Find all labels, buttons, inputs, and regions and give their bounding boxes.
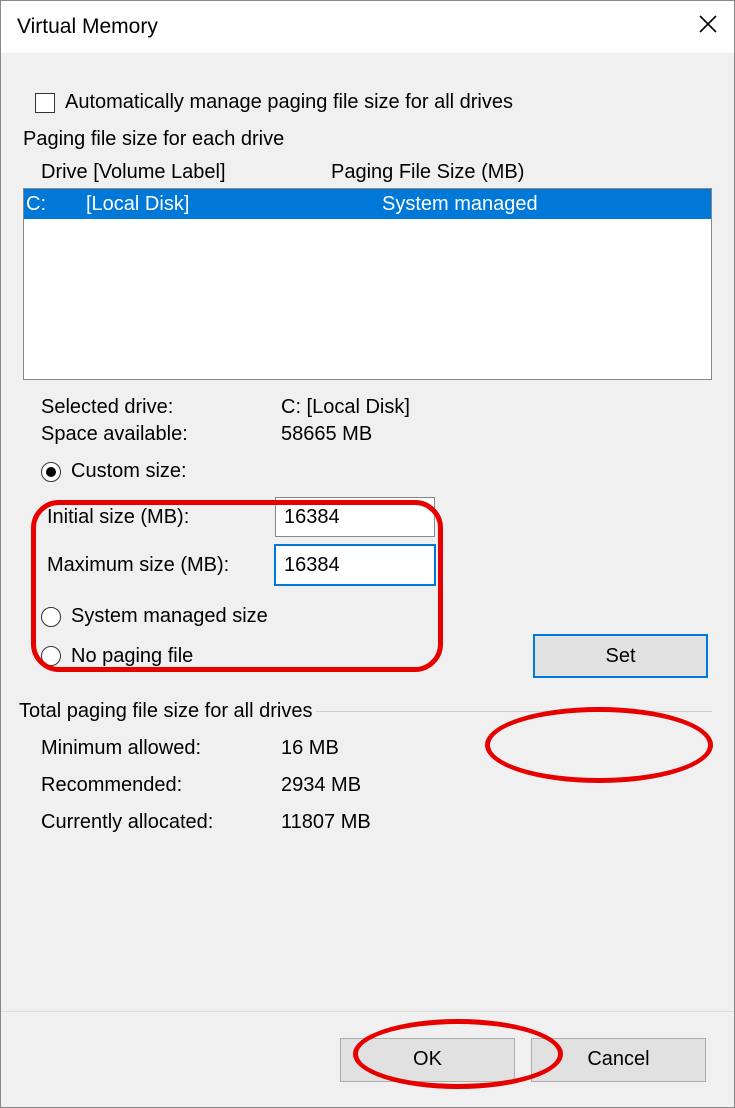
maximum-size-label: Maximum size (MB): (41, 554, 275, 577)
virtual-memory-dialog: Virtual Memory Automatically manage pagi… (0, 0, 735, 1108)
header-drive: Drive [Volume Label] (41, 161, 331, 184)
auto-manage-checkbox[interactable] (35, 93, 55, 113)
custom-size-label: Custom size: (71, 460, 187, 483)
ok-button[interactable]: OK (340, 1038, 515, 1082)
custom-size-radio[interactable] (41, 462, 61, 482)
drive-row-c[interactable]: C: [Local Disk] System managed (24, 189, 711, 219)
drive-volume: [Local Disk] (86, 193, 382, 216)
totals-group: Total paging file size for all drives Mi… (23, 700, 712, 848)
space-available-label: Space available: (41, 423, 281, 446)
system-managed-label: System managed size (71, 605, 268, 628)
drive-list-header: Drive [Volume Label] Paging File Size (M… (23, 155, 712, 186)
current-alloc-label: Currently allocated: (41, 811, 281, 834)
recommended-label: Recommended: (41, 774, 281, 797)
close-icon (698, 14, 718, 34)
space-available-value: 58665 MB (281, 423, 372, 446)
maximum-size-input[interactable] (275, 545, 435, 585)
dialog-body: Automatically manage paging file size fo… (1, 53, 734, 1011)
no-paging-radio[interactable] (41, 646, 61, 666)
min-allowed-label: Minimum allowed: (41, 737, 281, 760)
current-alloc-value: 11807 MB (281, 811, 371, 834)
min-allowed-value: 16 MB (281, 737, 339, 760)
drive-group: Paging file size for each drive Drive [V… (23, 128, 712, 692)
close-button[interactable] (698, 14, 718, 40)
drive-size: System managed (382, 193, 711, 216)
drive-group-label: Paging file size for each drive (23, 128, 712, 151)
recommended-value: 2934 MB (281, 774, 361, 797)
set-button[interactable]: Set (533, 634, 708, 678)
selected-drive-value: C: [Local Disk] (281, 396, 410, 419)
cancel-button[interactable]: Cancel (531, 1038, 706, 1082)
auto-manage-label: Automatically manage paging file size fo… (65, 91, 513, 114)
totals-legend: Total paging file size for all drives (19, 700, 316, 723)
no-paging-label: No paging file (71, 645, 193, 668)
selected-drive-label: Selected drive: (41, 396, 281, 419)
initial-size-input[interactable] (275, 497, 435, 537)
drive-list[interactable]: C: [Local Disk] System managed (23, 188, 712, 380)
initial-size-label: Initial size (MB): (41, 506, 275, 529)
titlebar: Virtual Memory (1, 1, 734, 53)
drive-letter: C: (26, 193, 86, 216)
dialog-footer: OK Cancel (1, 1011, 734, 1107)
header-size: Paging File Size (MB) (331, 161, 524, 184)
window-title: Virtual Memory (17, 15, 158, 39)
system-managed-radio[interactable] (41, 607, 61, 627)
